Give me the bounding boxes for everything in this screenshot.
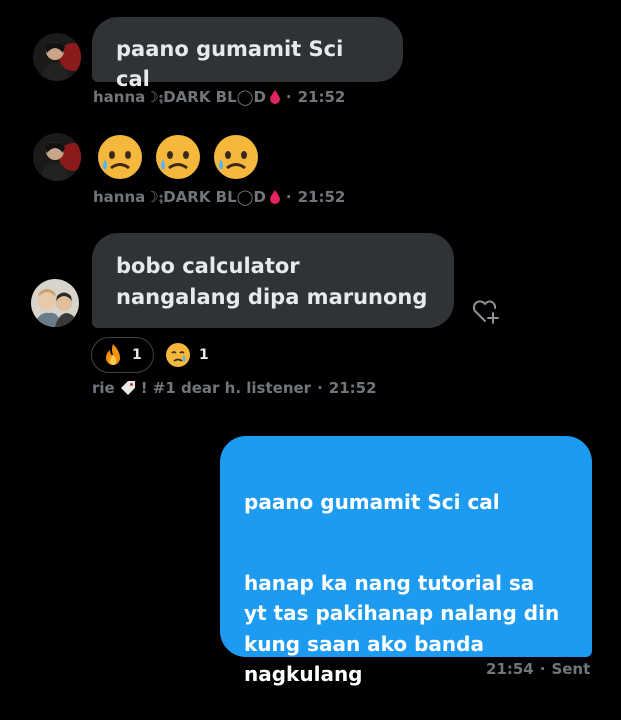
message-meta: 21:54 · Sent [486,660,591,678]
message-text: bobo calculator nangalang dipa marunong [116,254,428,309]
avatar-hanna[interactable] [33,33,81,81]
add-reaction-icon[interactable] [471,296,501,326]
reaction-count: 1 [132,347,142,363]
avatar-rie[interactable] [31,279,79,327]
delivery-status: Sent [551,660,591,678]
author-suffix: ! #1 dear h. listener [140,379,312,397]
message-bubble[interactable]: bobo calculator nangalang dipa marunong [92,233,454,328]
message-meta: hanna☽⨟DARK BL◯D · 21:52 [93,88,346,106]
author-name[interactable]: hanna☽⨟DARK BL◯D [93,88,266,106]
reaction-fire[interactable]: 1 [91,337,154,373]
sad-sweat-face-icon [214,135,258,179]
label-tag-icon [120,381,135,395]
author-name[interactable]: hanna☽⨟DARK BL◯D [93,188,266,206]
timestamp: 21:52 [297,188,346,206]
message-bubble[interactable]: paano gumamit Sci cal [92,17,403,91]
timestamp: 21:52 [328,379,377,397]
outgoing-message-bubble[interactable]: paano gumamit Sci cal hanap ka nang tuto… [220,436,592,686]
reaction-crying[interactable]: 1 [165,342,209,368]
avatar-hanna[interactable] [33,133,81,181]
timestamp: 21:54 [486,660,534,678]
fire-icon [106,344,120,365]
message-meta: rie ! #1 dear h. listener · 21:52 [92,379,377,397]
timestamp: 21:52 [297,88,346,106]
emoji-message[interactable] [96,133,260,181]
crying-face-icon [166,343,190,367]
blood-drop-icon [269,90,280,104]
author-name[interactable]: rie [92,379,115,397]
blood-drop-icon [269,190,280,204]
message-text: paano gumamit Sci cal [116,37,344,91]
sad-sweat-face-icon [156,135,200,179]
reaction-count: 1 [199,347,209,363]
quoted-text: paano gumamit Sci cal [244,489,500,514]
message-meta: hanna☽⨟DARK BL◯D · 21:52 [93,188,346,206]
sad-sweat-face-icon [98,135,142,179]
